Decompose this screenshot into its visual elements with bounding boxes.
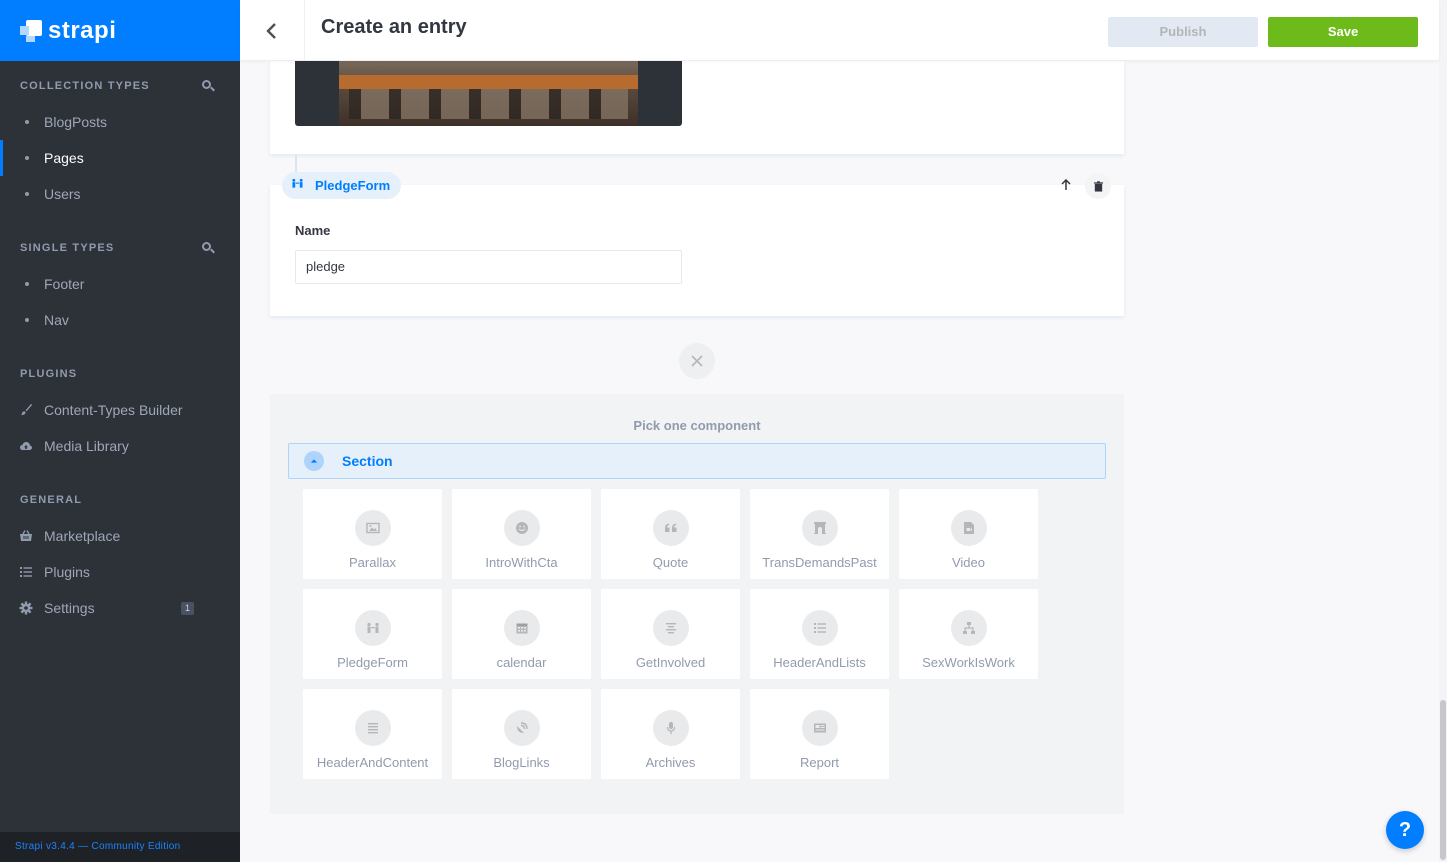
- chevron-up-icon: [304, 451, 324, 471]
- bullet-icon: [25, 192, 29, 196]
- publish-button[interactable]: Publish: [1108, 17, 1258, 47]
- previous-component-card: [270, 61, 1124, 154]
- search-icon[interactable]: [202, 242, 215, 254]
- image-icon: [354, 510, 391, 546]
- component-tile-quote[interactable]: Quote: [601, 489, 740, 579]
- component-tile-archives[interactable]: Archives: [601, 689, 740, 779]
- sitemap-icon: [950, 610, 987, 646]
- sidebar-item-footer[interactable]: Footer: [0, 266, 240, 302]
- close-picker-button[interactable]: [679, 343, 715, 379]
- component-card-pledgeform: Name pledge: [270, 173, 1124, 316]
- section-collection-types: Collection Types: [0, 68, 240, 104]
- archway-icon: [801, 510, 838, 546]
- page-title: Create an entry: [321, 16, 467, 38]
- component-tile-report[interactable]: Report: [750, 689, 889, 779]
- category-label: Section: [342, 453, 393, 469]
- section-title: Collection Types: [20, 80, 150, 92]
- component-tile-sexworkiswork[interactable]: SexWorkIsWork: [899, 589, 1038, 679]
- name-input[interactable]: pledge: [295, 250, 682, 284]
- people-icon: [288, 177, 306, 195]
- sidebar-item-users[interactable]: Users: [0, 176, 240, 212]
- component-grid: Parallax IntroWithCta Quote TransDemands…: [303, 489, 1043, 779]
- sidebar-item-content-types-builder[interactable]: Content-Types Builder: [0, 392, 240, 428]
- bullet-icon: [25, 282, 29, 286]
- picker-title: Pick one component: [633, 418, 761, 433]
- sidebar-item-nav[interactable]: Nav: [0, 302, 240, 338]
- component-connector: [295, 154, 297, 172]
- microphone-icon: [652, 710, 689, 746]
- component-tile-video[interactable]: Video: [899, 489, 1038, 579]
- close-icon: [691, 355, 703, 367]
- page-header: Create an entry Publish Save: [240, 0, 1439, 61]
- bullet-icon: [25, 120, 29, 124]
- search-icon[interactable]: [202, 80, 215, 92]
- brand-name: strapi: [48, 16, 117, 44]
- brand-logo[interactable]: strapi: [0, 0, 240, 61]
- newspaper-icon: [801, 710, 838, 746]
- media-preview[interactable]: [295, 61, 682, 126]
- component-tile-headerandlists[interactable]: HeaderAndLists: [750, 589, 889, 679]
- version-footer[interactable]: Strapi v3.4.4 — Community Edition: [0, 832, 240, 862]
- sidebar-item-settings[interactable]: Settings 1: [0, 590, 240, 626]
- section-general: General: [0, 482, 240, 518]
- component-picker: Pick one component Section Parallax Intr…: [270, 394, 1124, 814]
- category-section-toggle[interactable]: Section: [288, 443, 1106, 479]
- bullet-icon: [25, 318, 29, 322]
- cloud-upload-icon: [19, 439, 33, 453]
- save-button[interactable]: Save: [1268, 17, 1418, 47]
- trash-icon: [1093, 180, 1103, 192]
- calendar-icon: [503, 610, 540, 646]
- sidebar-item-marketplace[interactable]: Marketplace: [0, 518, 240, 554]
- section-single-types: Single Types: [0, 230, 240, 266]
- component-tile-bloglinks[interactable]: BlogLinks: [452, 689, 591, 779]
- name-field-label: Name: [295, 223, 331, 238]
- smile-icon: [503, 510, 540, 546]
- component-tile-calendar[interactable]: calendar: [452, 589, 591, 679]
- help-button[interactable]: ?: [1386, 811, 1424, 849]
- bullet-icon: [25, 156, 29, 160]
- list-icon: [801, 610, 838, 646]
- component-name: PledgeForm: [315, 178, 391, 193]
- section-title: Plugins: [20, 368, 78, 380]
- move-up-button[interactable]: [1054, 173, 1078, 197]
- sidebar-item-blogposts[interactable]: BlogPosts: [0, 104, 240, 140]
- component-tile-headerandcontent[interactable]: HeaderAndContent: [303, 689, 442, 779]
- people-icon: [354, 610, 391, 646]
- component-tile-transdemandspast[interactable]: TransDemandsPast: [750, 489, 889, 579]
- satellite-dish-icon: [503, 710, 540, 746]
- paint-brush-icon: [19, 403, 33, 417]
- component-tile-parallax[interactable]: Parallax: [303, 489, 442, 579]
- chevron-left-icon: [266, 22, 276, 39]
- page-scrollbar[interactable]: [1439, 0, 1447, 862]
- arrow-up-icon: [1061, 179, 1071, 190]
- section-title: Single Types: [20, 242, 115, 254]
- basket-icon: [19, 529, 33, 543]
- file-video-icon: [950, 510, 987, 546]
- back-button[interactable]: [240, 0, 305, 61]
- align-justify-icon: [354, 710, 391, 746]
- scrollbar-thumb[interactable]: [1440, 700, 1446, 860]
- sidebar-item-plugins[interactable]: Plugins: [0, 554, 240, 590]
- strapi-logo-icon: [20, 19, 42, 42]
- list-icon: [19, 565, 33, 579]
- gear-icon: [19, 601, 33, 615]
- component-tile-introwithcta[interactable]: IntroWithCta: [452, 489, 591, 579]
- delete-component-button[interactable]: [1085, 173, 1111, 199]
- quote-icon: [652, 510, 689, 546]
- sidebar: strapi Collection Types BlogPosts Pages …: [0, 0, 240, 862]
- sidebar-item-media-library[interactable]: Media Library: [0, 428, 240, 464]
- sidebar-item-pages[interactable]: Pages: [0, 140, 240, 176]
- align-center-icon: [652, 610, 689, 646]
- section-title: General: [20, 494, 83, 506]
- component-tile-pledgeform[interactable]: PledgeForm: [303, 589, 442, 679]
- component-header-pledgeform[interactable]: PledgeForm: [282, 172, 402, 199]
- component-tile-getinvolved[interactable]: GetInvolved: [601, 589, 740, 679]
- section-plugins: Plugins: [0, 356, 240, 392]
- notification-badge: 1: [181, 602, 194, 615]
- preview-image: [339, 61, 638, 126]
